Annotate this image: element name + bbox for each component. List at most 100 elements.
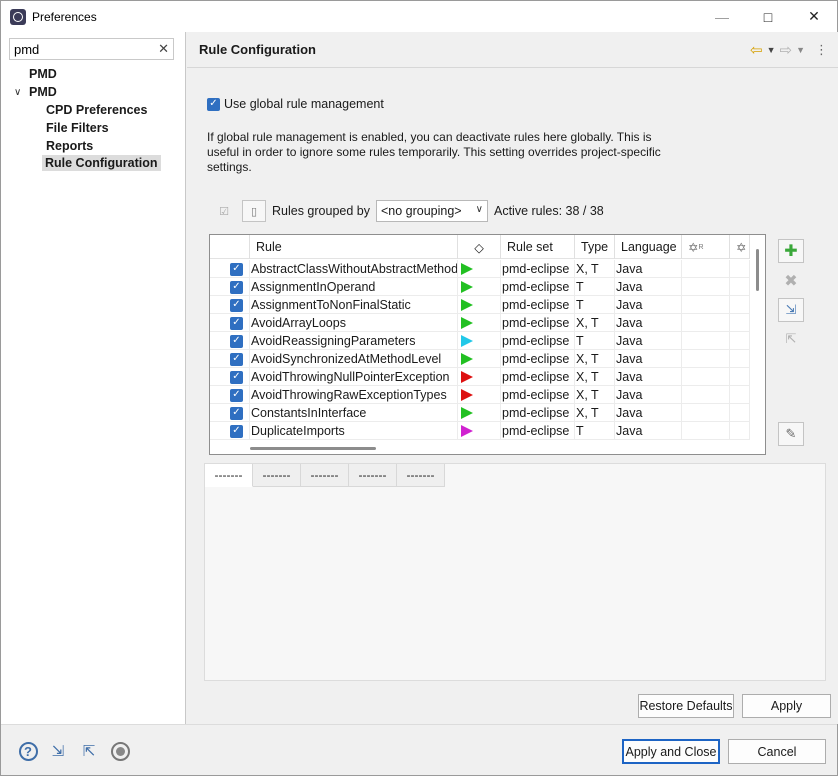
table-header: Rule ◇ Rule set Type Language ✡ R ✡ bbox=[210, 235, 750, 259]
global-rule-management-checkbox[interactable]: ✓ bbox=[207, 97, 220, 111]
table-row[interactable]: ✓ AvoidReassigningParameters pmd-eclipse T J… bbox=[210, 332, 750, 350]
filter-input[interactable] bbox=[14, 41, 154, 57]
priority-cell bbox=[458, 332, 501, 350]
column-type[interactable]: Type bbox=[575, 235, 615, 259]
rule-enabled-cell: ✓ bbox=[210, 332, 250, 350]
check-all-icon[interactable]: ☑ bbox=[212, 200, 236, 222]
more-options-icon[interactable]: ⋮ bbox=[815, 42, 828, 58]
column-more-icon[interactable]: ✡ bbox=[730, 235, 750, 259]
rule-enabled-checkbox[interactable]: ✓ bbox=[230, 406, 243, 420]
rule-name-cell: AvoidThrowingRawExceptionTypes bbox=[250, 386, 458, 404]
column-ref-icon[interactable]: ✡ R bbox=[682, 235, 730, 259]
tab-3[interactable]: ------- bbox=[301, 464, 349, 487]
language-cell: Java bbox=[615, 332, 682, 350]
table-row[interactable]: ✓ AssignmentInOperand pmd-eclipse T Java bbox=[210, 278, 750, 296]
tree-item-cpd-preferences[interactable]: CPD Preferences bbox=[46, 103, 147, 117]
ref-cell bbox=[682, 350, 730, 368]
tree-item-rule-configuration[interactable]: Rule Configuration bbox=[42, 155, 161, 171]
window-title: Preferences bbox=[32, 9, 97, 24]
restore-defaults-button[interactable]: Restore Defaults bbox=[638, 694, 734, 718]
page-header: Rule Configuration ⇦ ▼ ⇨ ▼ ⋮ bbox=[187, 32, 838, 68]
maximize-button[interactable]: □ bbox=[745, 1, 791, 32]
apply-button[interactable]: Apply bbox=[742, 694, 831, 718]
global-rule-management-row: ✓ Use global rule management bbox=[207, 97, 384, 111]
column-check bbox=[210, 235, 250, 259]
type-cell: T bbox=[575, 278, 615, 296]
tab-5[interactable]: ------- bbox=[397, 464, 445, 487]
grouping-select[interactable]: <no grouping> ∨ bbox=[375, 200, 488, 222]
minimize-button[interactable]: — bbox=[699, 1, 745, 32]
forward-dropdown-icon[interactable]: ▼ bbox=[796, 45, 805, 55]
ruleset-cell: pmd-eclipse bbox=[501, 368, 575, 386]
import-icon[interactable]: ⇲ bbox=[778, 298, 804, 322]
add-icon[interactable]: ✚ bbox=[778, 239, 804, 263]
help-icon[interactable]: ? bbox=[17, 740, 39, 762]
edit-rule-icon[interactable]: ✎ bbox=[778, 422, 804, 446]
apply-and-close-button[interactable]: Apply and Close bbox=[622, 739, 720, 764]
rule-enabled-checkbox[interactable]: ✓ bbox=[230, 280, 243, 294]
rule-name-cell: DuplicateImports bbox=[250, 422, 458, 440]
ref-cell bbox=[682, 404, 730, 422]
table-row[interactable]: ✓ AvoidArrayLoops pmd-eclipse X, T Java bbox=[210, 314, 750, 332]
column-layout-icon[interactable]: ▯ bbox=[242, 200, 266, 222]
tree-item-pmd[interactable]: PMD bbox=[29, 85, 57, 99]
forward-arrow-icon[interactable]: ⇨ bbox=[780, 41, 793, 59]
rule-enabled-checkbox[interactable]: ✓ bbox=[230, 316, 243, 330]
tree-item-file-filters[interactable]: File Filters bbox=[46, 121, 109, 135]
ref-cell bbox=[682, 386, 730, 404]
rule-enabled-checkbox[interactable]: ✓ bbox=[230, 424, 243, 438]
ref-cell bbox=[682, 314, 730, 332]
table-row[interactable]: ✓ AvoidThrowingRawExceptionTypes pmd-eclip… bbox=[210, 386, 750, 404]
rule-enabled-checkbox[interactable]: ✓ bbox=[230, 370, 243, 384]
rule-enabled-checkbox[interactable]: ✓ bbox=[230, 334, 243, 348]
preferences-window: Preferences — □ ✕ ✕ PMD ∨ PMD CPD Prefer… bbox=[0, 0, 838, 776]
table-row[interactable]: ✓ AssignmentToNonFinalStatic pmd-eclipse T J… bbox=[210, 296, 750, 314]
priority-triangle-icon bbox=[461, 299, 473, 311]
column-priority[interactable]: ◇ bbox=[458, 235, 501, 259]
rule-details-tabs: ------- ------- ------- ------- ------- bbox=[205, 464, 445, 487]
apply-label: Apply bbox=[770, 699, 803, 713]
remove-icon[interactable]: ✖ bbox=[778, 269, 804, 293]
table-row[interactable]: ✓ DuplicateImports pmd-eclipse T Java bbox=[210, 422, 750, 440]
rule-enabled-checkbox[interactable]: ✓ bbox=[230, 298, 243, 312]
priority-triangle-icon bbox=[461, 317, 473, 329]
clear-filter-icon[interactable]: ✕ bbox=[158, 41, 169, 57]
rule-enabled-checkbox[interactable]: ✓ bbox=[230, 352, 243, 366]
column-rule[interactable]: Rule bbox=[250, 235, 458, 259]
tab-1[interactable]: ------- bbox=[205, 464, 253, 487]
export-preferences-icon[interactable]: ⇱ bbox=[78, 740, 100, 762]
tree-item-reports[interactable]: Reports bbox=[46, 139, 93, 153]
chevron-down-icon[interactable]: ∨ bbox=[14, 87, 21, 98]
table-row[interactable]: ✓ ConstantsInInterface pmd-eclipse X, T Java bbox=[210, 404, 750, 422]
table-row[interactable]: ✓ AbstractClassWithoutAbstractMethod pmd-e… bbox=[210, 260, 750, 278]
vertical-scrollbar[interactable] bbox=[756, 249, 759, 291]
tab-2[interactable]: ------- bbox=[253, 464, 301, 487]
column-ruleset[interactable]: Rule set bbox=[501, 235, 575, 259]
extra-cell bbox=[730, 260, 750, 278]
filter-search-box: ✕ bbox=[9, 38, 174, 60]
title-bar: Preferences — □ ✕ bbox=[1, 1, 837, 32]
rule-details-panel: ------- ------- ------- ------- ------- bbox=[204, 463, 826, 681]
tree-item-pmd-root[interactable]: PMD bbox=[29, 67, 57, 81]
grouping-value: <no grouping> bbox=[380, 204, 462, 218]
record-icon[interactable] bbox=[109, 740, 131, 762]
back-dropdown-icon[interactable]: ▼ bbox=[767, 45, 776, 55]
apply-and-close-label: Apply and Close bbox=[625, 744, 717, 759]
language-cell: Java bbox=[615, 422, 682, 440]
table-row[interactable]: ✓ AvoidSynchronizedAtMethodLevel pmd-eclip… bbox=[210, 350, 750, 368]
horizontal-scrollbar[interactable] bbox=[250, 447, 376, 450]
table-row[interactable]: ✓ AvoidThrowingNullPointerException pmd-ec… bbox=[210, 368, 750, 386]
rule-enabled-checkbox[interactable]: ✓ bbox=[230, 388, 243, 402]
close-window-button[interactable]: ✕ bbox=[791, 1, 837, 32]
cancel-button[interactable]: Cancel bbox=[728, 739, 826, 764]
column-language[interactable]: Language bbox=[615, 235, 682, 259]
priority-cell bbox=[458, 368, 501, 386]
type-cell: X, T bbox=[575, 260, 615, 278]
export-icon[interactable]: ⇱ bbox=[778, 327, 804, 351]
ref-cell bbox=[682, 260, 730, 278]
preferences-sidebar: ✕ PMD ∨ PMD CPD Preferences File Filters… bbox=[1, 32, 186, 724]
rule-enabled-checkbox[interactable]: ✓ bbox=[230, 262, 243, 276]
import-preferences-icon[interactable]: ⇲ bbox=[47, 740, 69, 762]
tab-4[interactable]: ------- bbox=[349, 464, 397, 487]
back-arrow-icon[interactable]: ⇦ bbox=[750, 41, 763, 59]
